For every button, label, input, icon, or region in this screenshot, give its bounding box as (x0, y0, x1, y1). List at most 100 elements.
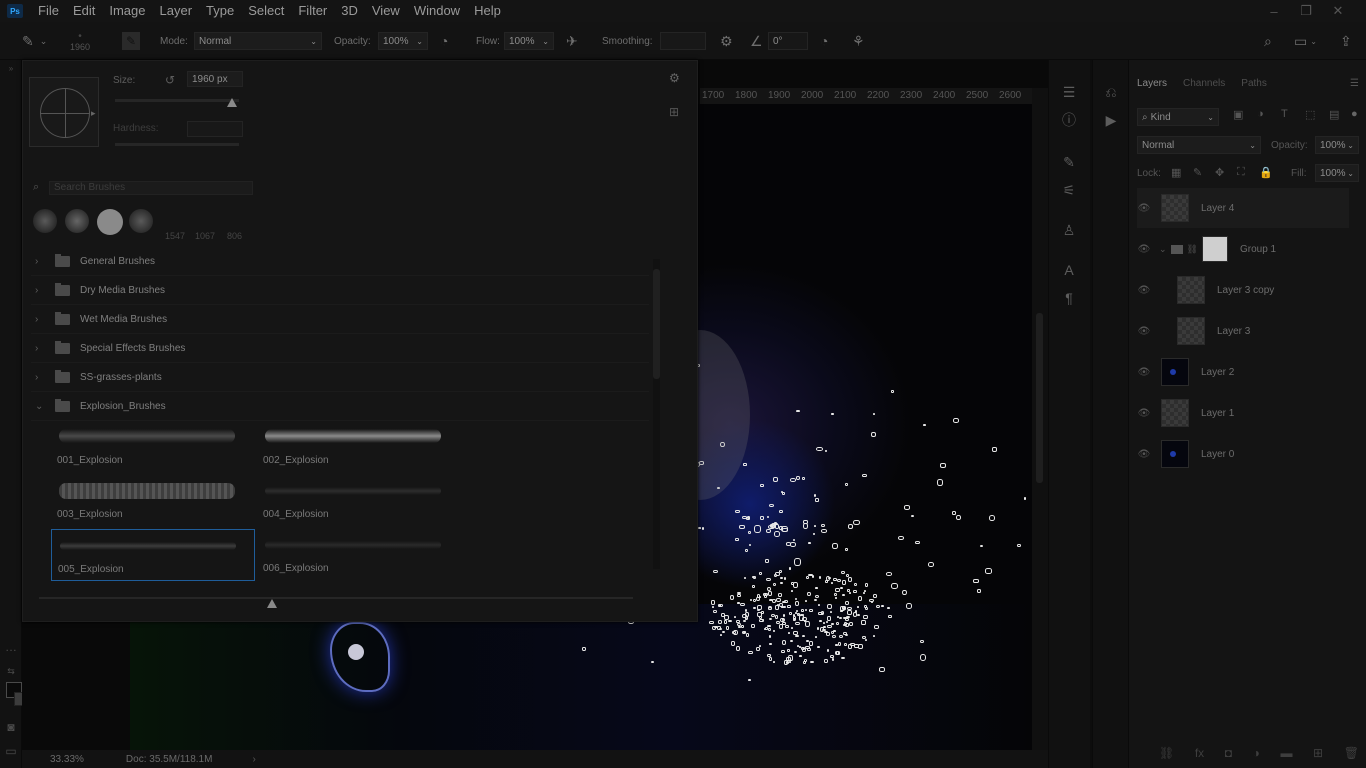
layer-name[interactable]: Layer 0 (1201, 449, 1234, 460)
brush-search-input[interactable]: Search Brushes (49, 181, 253, 195)
brush-folder[interactable]: › SS-grasses-plants (31, 363, 649, 392)
filter-toggle-icon[interactable]: ● (1351, 108, 1358, 120)
mode-select[interactable]: Normal ⌄ (194, 32, 322, 50)
layer-name[interactable]: Layer 3 (1217, 326, 1250, 337)
tab-paths[interactable]: Paths (1233, 78, 1275, 89)
airbrush-icon[interactable]: ✈ (566, 22, 578, 60)
brush-list-scrollbar[interactable] (653, 259, 660, 569)
smoothing-field[interactable] (660, 32, 706, 50)
brush-preset[interactable]: 004_Explosion (257, 475, 461, 527)
filter-shape-icon[interactable]: ⬚ (1305, 108, 1315, 121)
adjustments-icon[interactable]: ☰ (1059, 82, 1079, 102)
actions-play-icon[interactable]: ▶ (1101, 110, 1121, 130)
smoothing-options-gear-icon[interactable]: ⚙ (720, 22, 733, 60)
menu-layer[interactable]: Layer (153, 0, 200, 22)
link-layers-icon[interactable]: ⛓ (1159, 746, 1174, 762)
size-field[interactable]: 1960 px (187, 71, 243, 87)
minimize-icon[interactable]: – (1258, 0, 1290, 22)
recent-brush-hard[interactable] (97, 209, 123, 235)
lock-transparent-icon[interactable]: ▦ (1171, 166, 1181, 179)
layer-filter-select[interactable]: ⌕ Kind ⌄ (1137, 108, 1219, 126)
brush-folder[interactable]: › General Brushes (31, 247, 649, 276)
symmetry-butterfly-icon[interactable]: ⚘ (852, 22, 865, 60)
layer-name[interactable]: Group 1 (1240, 244, 1276, 255)
quick-mask-icon[interactable]: ◙ (4, 720, 18, 734)
add-mask-icon[interactable]: ◘ (1225, 746, 1232, 762)
brush-settings-icon[interactable]: ✎ (1059, 152, 1079, 172)
scroll-thumb[interactable] (1036, 313, 1043, 483)
recent-brush-soft[interactable] (65, 209, 89, 233)
layer-row[interactable]: 👁 Layer 1 (1137, 393, 1349, 433)
brush-tip-preview[interactable]: ▸ (29, 77, 99, 147)
scroll-thumb[interactable] (653, 269, 660, 379)
clone-source-icon[interactable]: ♙ (1059, 220, 1079, 240)
brush-folder[interactable]: › Wet Media Brushes (31, 305, 649, 334)
reset-size-icon[interactable]: ↺ (165, 73, 175, 87)
menu-help[interactable]: Help (467, 0, 508, 22)
tab-layers[interactable]: Layers (1129, 78, 1175, 89)
default-colors-icon[interactable]: ⇆ (4, 664, 18, 678)
layer-opacity-field[interactable]: 100% ⌄ (1315, 136, 1359, 154)
menu-3d[interactable]: 3D (334, 0, 365, 22)
menu-view[interactable]: View (365, 0, 407, 22)
lock-all-icon[interactable]: 🔒 (1259, 166, 1273, 179)
trash-icon[interactable]: 🗑 (1344, 746, 1359, 762)
character-icon[interactable]: A (1059, 260, 1079, 280)
menu-filter[interactable]: Filter (291, 0, 334, 22)
lock-image-icon[interactable]: ✎ (1193, 166, 1202, 179)
visibility-eye-icon[interactable]: 👁 (1137, 203, 1151, 214)
visibility-eye-icon[interactable]: 👁 (1137, 285, 1151, 296)
size-slider[interactable] (115, 99, 239, 102)
preview-size-slider-thumb[interactable] (267, 599, 277, 608)
brush-preset-picker[interactable]: • 1960 (70, 22, 90, 60)
brush-settings-icon[interactable]: ✎ (122, 22, 140, 60)
visibility-eye-icon[interactable]: 👁 (1137, 408, 1151, 419)
filter-pixel-icon[interactable]: ▣ (1233, 108, 1243, 121)
visibility-eye-icon[interactable]: 👁 (1137, 244, 1151, 255)
info-icon[interactable]: ⓘ (1059, 110, 1079, 130)
close-icon[interactable]: ✕ (1322, 0, 1354, 22)
menu-file[interactable]: File (31, 0, 66, 22)
adjustment-layer-icon[interactable]: ◑ (1253, 746, 1260, 762)
brush-preset[interactable]: 003_Explosion (51, 475, 255, 527)
hardness-slider[interactable] (115, 143, 239, 146)
new-preset-icon[interactable]: ⊞ (669, 105, 679, 119)
layer-row[interactable]: 👁 Layer 3 (1137, 311, 1349, 351)
layer-group-row[interactable]: 👁 ⌄ ⛓ Group 1 (1137, 229, 1349, 269)
history-icon[interactable]: ⎌ (1101, 82, 1121, 102)
blend-mode-select[interactable]: Normal ⌄ (1137, 136, 1261, 154)
new-layer-icon[interactable]: ⊞ (1313, 746, 1323, 762)
panel-menu-icon[interactable]: ☰ (1350, 78, 1359, 89)
layer-row[interactable]: 👁 Layer 0 (1137, 434, 1349, 474)
recent-brush-soft[interactable] (33, 209, 57, 233)
more-tools-icon[interactable]: … (4, 640, 18, 654)
brush-preset-selected[interactable]: 005_Explosion (51, 529, 255, 581)
angle-field[interactable]: 0° (768, 32, 808, 50)
layer-name[interactable]: Layer 2 (1201, 367, 1234, 378)
layer-name[interactable]: Layer 1 (1201, 408, 1234, 419)
brush-preset[interactable]: 002_Explosion (257, 421, 461, 473)
sliders-icon[interactable]: ⚟ (1059, 180, 1079, 200)
brush-preset[interactable]: 001_Explosion (51, 421, 255, 473)
brush-folder-expanded[interactable]: ⌄ Explosion_Brushes (31, 392, 649, 421)
pressure-opacity-icon[interactable]: ◔ (440, 22, 448, 60)
fx-icon[interactable]: fx (1195, 746, 1204, 762)
pressure-size-icon[interactable]: ◔ (820, 22, 828, 60)
search-icon[interactable]: ⌕ (1264, 22, 1272, 60)
status-menu-icon[interactable]: › (252, 754, 255, 765)
lock-artboard-icon[interactable]: ⛶ (1237, 166, 1245, 179)
workspace-icon[interactable]: ▭ ⌄ (1294, 22, 1317, 60)
vertical-scrollbar[interactable] (1032, 88, 1048, 750)
filter-smart-object-icon[interactable]: ▤ (1329, 108, 1339, 121)
maximize-icon[interactable]: ❐ (1290, 0, 1322, 22)
menu-select[interactable]: Select (241, 0, 291, 22)
filter-type-icon[interactable]: T (1281, 108, 1288, 120)
collapse-arrows-icon[interactable]: » (4, 62, 18, 76)
recent-brush-soft[interactable] (129, 209, 153, 233)
opacity-field[interactable]: 100% ⌄ (378, 32, 428, 50)
visibility-eye-icon[interactable]: 👁 (1137, 367, 1151, 378)
brush-folder[interactable]: › Special Effects Brushes (31, 334, 649, 363)
layer-row[interactable]: 👁 Layer 4 (1137, 188, 1349, 228)
hardness-field[interactable] (187, 121, 243, 137)
brush-folder[interactable]: › Dry Media Brushes (31, 276, 649, 305)
